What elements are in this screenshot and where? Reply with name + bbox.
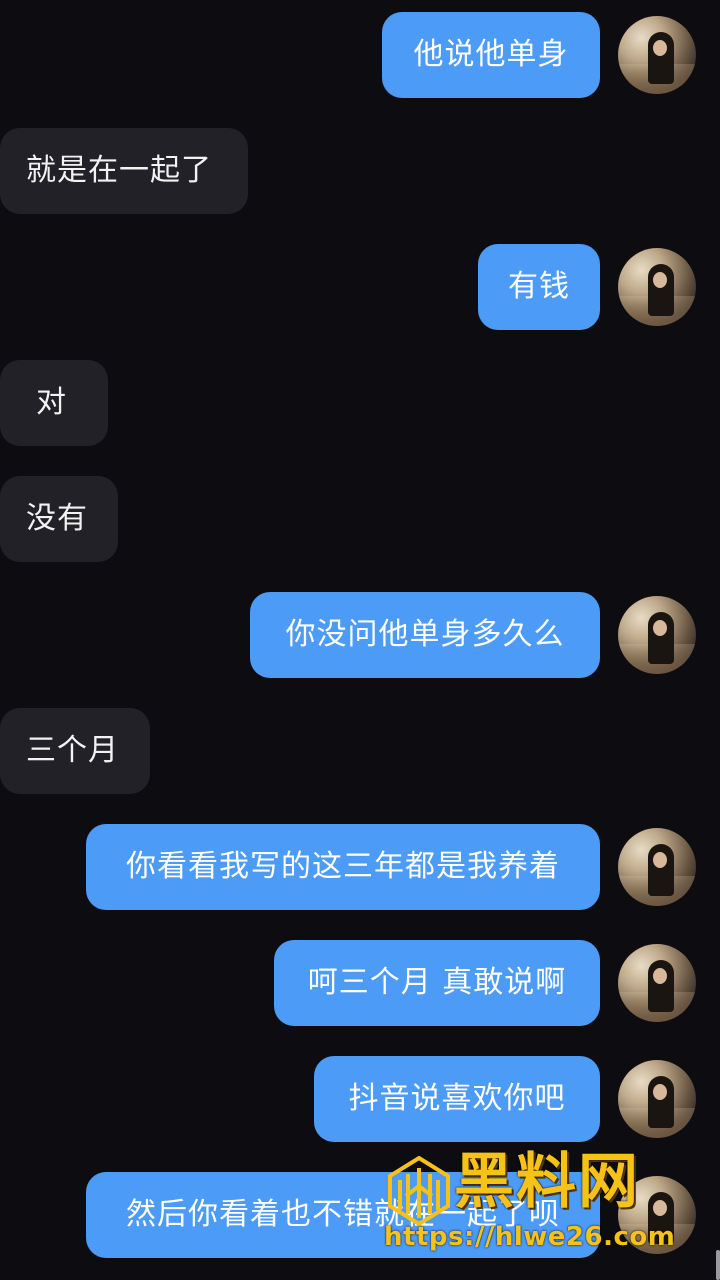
avatar[interactable] — [618, 596, 696, 674]
incoming-message-bubble[interactable]: 三个月 — [0, 708, 150, 794]
outgoing-message-bubble[interactable]: 抖音说喜欢你吧 — [314, 1056, 600, 1142]
message-text: 你看看我写的这三年都是我养着 — [126, 849, 560, 884]
message-text: 就是在一起了 — [26, 153, 212, 188]
message-row: 没有 — [0, 476, 720, 562]
incoming-message-bubble[interactable]: 就是在一起了 — [0, 128, 248, 214]
scrollbar[interactable] — [716, 1250, 720, 1280]
avatar[interactable] — [618, 16, 696, 94]
message-row: 抖音说喜欢你吧 — [0, 1056, 720, 1142]
message-row: 你没问他单身多久么 — [0, 592, 720, 678]
avatar[interactable] — [618, 828, 696, 906]
chat-screen: 他说他单身 就是在一起了 有钱 对 没有 你没问他单身多久么 三个月 你看看我写… — [0, 0, 720, 1280]
message-row: 三个月 — [0, 708, 720, 794]
message-text: 三个月 — [26, 733, 119, 768]
message-row: 呵三个月 真敢说啊 — [0, 940, 720, 1026]
message-row: 有钱 — [0, 244, 720, 330]
watermark-url: https://hlwe26.com — [384, 1222, 676, 1252]
outgoing-message-bubble[interactable]: 你看看我写的这三年都是我养着 — [86, 824, 600, 910]
outgoing-message-bubble[interactable]: 他说他单身 — [382, 12, 600, 98]
watermark-title: 黑料网 — [454, 1147, 640, 1217]
message-text: 对 — [36, 385, 67, 420]
message-text: 他说他单身 — [413, 37, 569, 72]
message-text: 没有 — [26, 501, 88, 536]
message-text: 有钱 — [508, 269, 570, 304]
watermark: 黑料网 https://hlwe26.com — [384, 1147, 704, 1264]
incoming-message-bubble[interactable]: 没有 — [0, 476, 118, 562]
avatar[interactable] — [618, 944, 696, 1022]
outgoing-message-bubble[interactable]: 有钱 — [478, 244, 600, 330]
outgoing-message-bubble[interactable]: 呵三个月 真敢说啊 — [274, 940, 600, 1026]
avatar[interactable] — [618, 248, 696, 326]
watermark-logo-icon — [388, 1156, 450, 1226]
avatar[interactable] — [618, 1060, 696, 1138]
message-text: 抖音说喜欢你吧 — [348, 1081, 566, 1116]
incoming-message-bubble[interactable]: 对 — [0, 360, 108, 446]
outgoing-message-bubble[interactable]: 你没问他单身多久么 — [250, 592, 600, 678]
message-text: 呵三个月 真敢说啊 — [307, 965, 567, 1000]
message-text: 你没问他单身多久么 — [285, 617, 565, 652]
message-row: 对 — [0, 360, 720, 446]
message-row: 他说他单身 — [0, 12, 720, 98]
message-row: 你看看我写的这三年都是我养着 — [0, 824, 720, 910]
message-row: 就是在一起了 — [0, 128, 720, 214]
